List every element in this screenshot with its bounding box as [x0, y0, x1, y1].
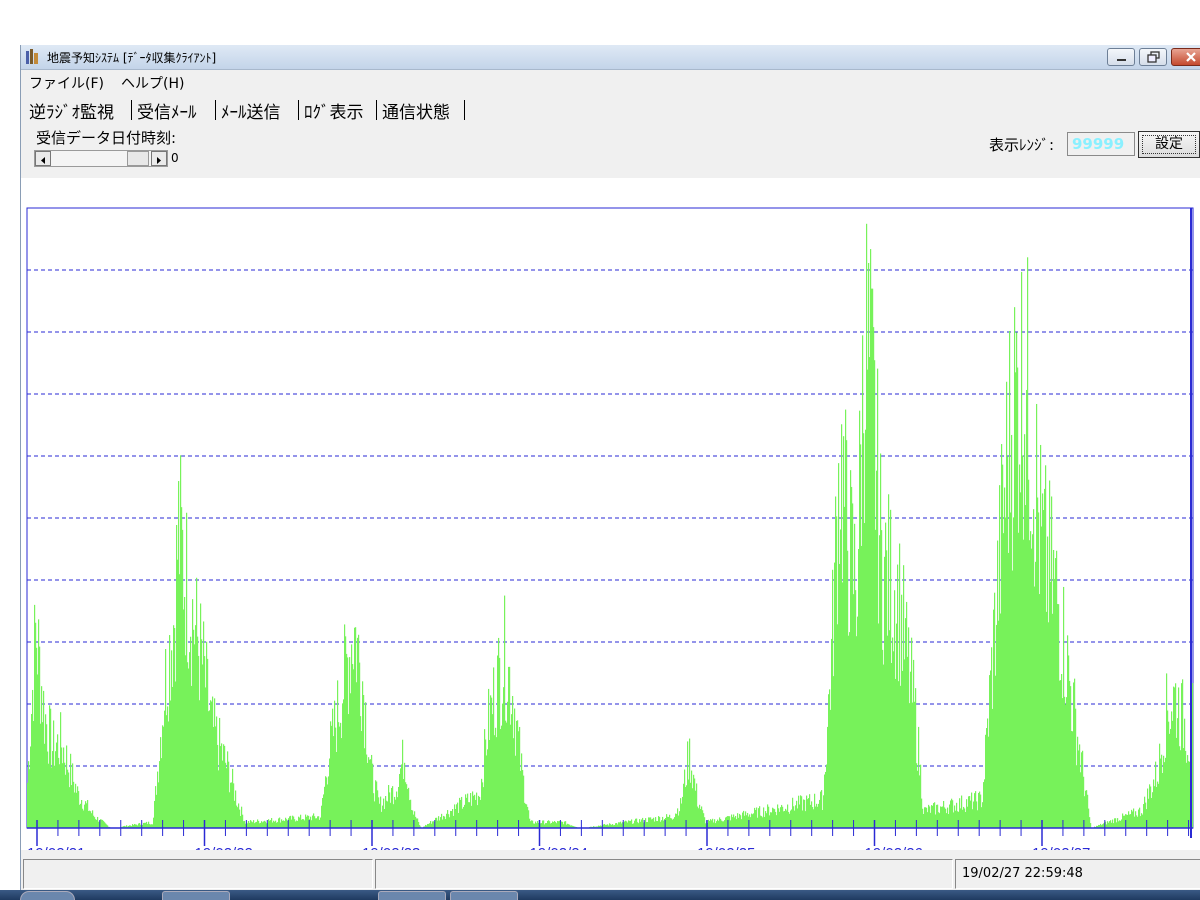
status-panel-2 — [375, 859, 953, 889]
minimize-button[interactable] — [1107, 48, 1135, 66]
display-range-label: 表示ﾚﾝｼﾞ: — [989, 136, 1055, 154]
tab-divider — [464, 100, 465, 120]
app-window: 地震予知ｼｽﾃﾑ [ﾃﾞｰﾀ収集ｸﾗｲｱﾝﾄ] ファイル(F) ヘルプ(H) 逆… — [20, 45, 1200, 900]
status-panel-3: 19/02/27 22:59:48 — [955, 859, 1200, 889]
x-tick-label: 19/02/23 — [362, 845, 420, 850]
received-datetime-label: 受信データ日付時刻: — [36, 129, 177, 147]
status-bar: 19/02/27 22:59:48 — [21, 855, 1200, 890]
title-bar[interactable]: 地震予知ｼｽﾃﾑ [ﾃﾞｰﾀ収集ｸﾗｲｱﾝﾄ] — [21, 45, 1200, 70]
restore-icon — [1147, 51, 1160, 63]
tab-comm-status[interactable]: 通信状態 — [382, 98, 450, 123]
close-icon — [1186, 52, 1196, 62]
menu-bar: ファイル(F) ヘルプ(H) — [21, 70, 1200, 92]
tab-log-view[interactable]: ﾛｸﾞ表示 — [304, 98, 364, 123]
set-button[interactable]: 設定 — [1138, 131, 1200, 158]
tab-divider — [215, 100, 216, 120]
taskbar — [0, 890, 1200, 900]
menu-help[interactable]: ヘルプ(H) — [121, 73, 184, 93]
taskbar-button[interactable] — [162, 891, 230, 900]
window-title: 地震予知ｼｽﾃﾑ [ﾃﾞｰﾀ収集ｸﾗｲｱﾝﾄ] — [47, 51, 217, 65]
arrow-right-icon — [157, 157, 161, 164]
tab-received-mail[interactable]: 受信ﾒｰﾙ — [137, 98, 197, 123]
arrow-left-icon — [41, 157, 45, 164]
activity-bar — [1192, 683, 1194, 828]
tab-divider — [131, 100, 132, 120]
display-range-input[interactable] — [1067, 132, 1135, 156]
x-tick-label: 19/02/26 — [865, 845, 923, 850]
x-tick-label: 19/02/27 — [1032, 845, 1090, 850]
x-tick-label: 19/02/25 — [697, 845, 755, 850]
restore-button[interactable] — [1139, 48, 1167, 66]
menu-file[interactable]: ファイル(F) — [29, 73, 104, 93]
taskbar-button[interactable] — [378, 891, 446, 900]
app-icon — [26, 49, 38, 64]
datetime-scrollbar[interactable] — [34, 150, 168, 167]
taskbar-button[interactable] — [450, 891, 518, 900]
tab-send-mail[interactable]: ﾒｰﾙ送信 — [221, 98, 281, 123]
x-tick-label: 19/02/24 — [530, 845, 588, 850]
graph-area: 19/02/21 19/02/22 19/02/23 19/02/24 19/02/25… — [21, 178, 1200, 862]
scroll-value: 0 — [171, 151, 179, 165]
x-tick-label: 19/02/21 — [27, 845, 85, 850]
minimize-icon — [1117, 59, 1126, 61]
start-button[interactable] — [20, 891, 75, 900]
scroll-thumb[interactable] — [127, 151, 149, 166]
tab-divider — [376, 100, 377, 120]
x-tick-label: 19/02/22 — [195, 845, 253, 850]
tab-reverse-radio-monitor[interactable]: 逆ﾗｼﾞｵ監視 — [29, 98, 114, 123]
scroll-right-button[interactable] — [151, 151, 167, 166]
status-panel-1 — [23, 859, 373, 889]
tab-divider — [298, 100, 299, 120]
monitor-chart: 19/02/21 19/02/22 19/02/23 19/02/24 19/02/25… — [26, 207, 1194, 862]
scroll-left-button[interactable] — [35, 151, 51, 166]
status-timestamp: 19/02/27 22:59:48 — [962, 866, 1083, 881]
close-button[interactable] — [1171, 48, 1200, 66]
